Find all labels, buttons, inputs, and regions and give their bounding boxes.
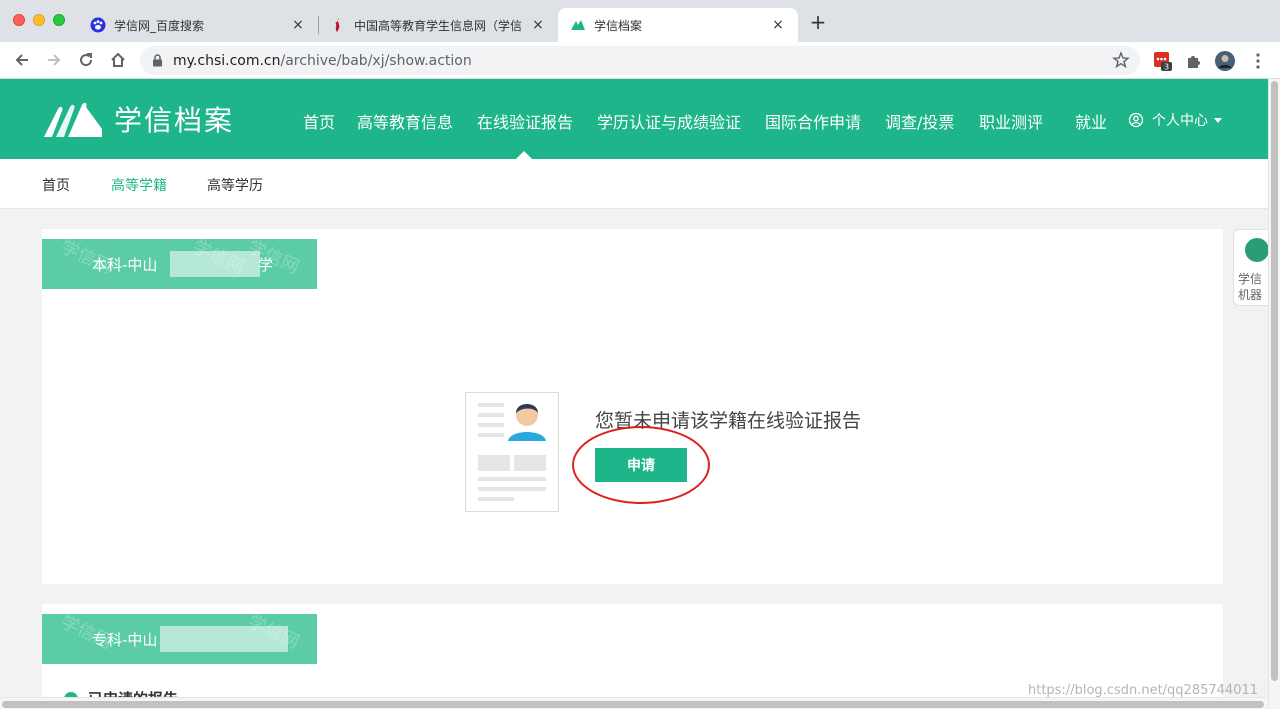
browser-toolbar: my.chsi.com.cn/archive/bab/xj/show.actio…	[0, 42, 1280, 79]
nav-higher-education-info[interactable]: 高等教育信息	[357, 109, 453, 133]
tab-title: 学信档案	[594, 18, 643, 33]
home-icon[interactable]	[108, 50, 128, 70]
subnav-home[interactable]: 首页	[42, 175, 70, 195]
widget-line-2: 机器	[1238, 288, 1263, 302]
nav-home[interactable]: 首页	[303, 109, 335, 133]
chevron-down-icon	[1214, 117, 1222, 123]
subnav-higher-degree[interactable]: 高等学历	[207, 175, 263, 195]
document-avatar-illustration	[465, 392, 559, 512]
bookmark-star-icon[interactable]	[1112, 51, 1130, 73]
browser-menu-icon[interactable]	[1247, 50, 1269, 72]
redacted-block	[160, 626, 288, 652]
robot-assistant-widget[interactable]: 学信 机器	[1233, 229, 1268, 306]
horizontal-scrollbar[interactable]	[0, 697, 1268, 709]
new-tab-button[interactable]: +	[808, 12, 828, 33]
active-nav-indicator	[516, 151, 532, 159]
blog-watermark: https://blog.csdn.net/qq285744011	[1028, 683, 1259, 698]
annotation-red-circle	[572, 426, 710, 504]
url-path: /archive/bab/xj/show.action	[280, 52, 472, 69]
user-menu[interactable]: 个人中心	[1128, 110, 1222, 130]
site-logo[interactable]: 学信档案	[42, 99, 234, 139]
browser-tab-baidu[interactable]: 学信网_百度搜索 ×	[78, 8, 318, 42]
nav-degree-certification[interactable]: 学历认证与成绩验证	[597, 109, 741, 133]
xuexin-logo-icon	[570, 17, 586, 33]
url-host: my.chsi.com.cn	[173, 52, 281, 69]
chsi-flame-icon	[330, 17, 346, 33]
site-header: 学信档案 首页 高等教育信息 在线验证报告 学历认证与成绩验证 国际合作申请 调…	[0, 79, 1268, 159]
tab-close-icon[interactable]: ×	[770, 17, 786, 33]
vertical-scrollbar[interactable]	[1268, 79, 1280, 709]
redacted-block	[170, 251, 260, 277]
window-minimize-button[interactable]	[33, 14, 45, 26]
browser-tab-xuexin-archive[interactable]: 学信档案 ×	[558, 8, 798, 42]
browser-tab-chsi[interactable]: 中国高等教育学生信息网（学信 ×	[318, 8, 558, 42]
reload-icon[interactable]	[76, 50, 96, 70]
vertical-scroll-thumb[interactable]	[1271, 81, 1278, 681]
tab-title: 中国高等教育学生信息网（学信	[354, 18, 523, 33]
back-icon[interactable]	[12, 50, 32, 70]
baidu-paw-icon	[90, 17, 106, 33]
window-close-button[interactable]	[13, 14, 25, 26]
subnav-higher-enrollment[interactable]: 高等学籍	[111, 175, 167, 195]
tab-close-icon[interactable]: ×	[290, 17, 306, 33]
enrollment-label-text: 本科-中山	[92, 256, 158, 274]
window-zoom-button[interactable]	[53, 14, 65, 26]
enrollment-card-undergraduate: 学信网 学信网 学信网 本科-中山 学 您暂未申请该学籍在线验证报告 申请	[42, 229, 1223, 584]
horizontal-scroll-thumb[interactable]	[2, 701, 1264, 708]
forward-icon[interactable]	[44, 50, 64, 70]
applied-reports-title: 已申请的报告	[88, 688, 178, 697]
nav-employment[interactable]: 就业	[1075, 109, 1107, 133]
extension-red-icon[interactable]: 3	[1151, 50, 1173, 72]
applied-reports-heading: 已申请的报告	[64, 688, 178, 697]
enrollment-label-tail: 学	[258, 256, 274, 274]
tab-close-icon[interactable]: ×	[530, 17, 546, 33]
browser-tab-bar: 学信网_百度搜索 × 中国高等教育学生信息网（学信 × 学信档案 × +	[0, 0, 1280, 42]
sub-nav: 首页 高等学籍 高等学历	[0, 159, 1268, 209]
user-menu-label: 个人中心	[1152, 113, 1208, 129]
nav-survey-vote[interactable]: 调查/投票	[885, 109, 954, 133]
nav-international-cooperation[interactable]: 国际合作申请	[765, 109, 861, 133]
enrollment-label: 学信网 学信网 专科-中山	[42, 614, 317, 664]
nav-online-verification-report[interactable]: 在线验证报告	[477, 109, 573, 133]
nav-career-assessment[interactable]: 职业测评	[979, 109, 1043, 133]
enrollment-label: 学信网 学信网 学信网 本科-中山 学	[42, 239, 317, 289]
extensions-puzzle-icon[interactable]	[1183, 50, 1205, 72]
robot-avatar-icon	[1245, 238, 1268, 262]
extension-badge: 3	[1164, 63, 1169, 72]
user-icon	[1128, 112, 1144, 128]
enrollment-label-text: 专科-中山	[92, 631, 158, 649]
lock-icon	[152, 54, 163, 67]
address-bar[interactable]: my.chsi.com.cn/archive/bab/xj/show.actio…	[140, 46, 1140, 75]
tab-title: 学信网_百度搜索	[114, 18, 205, 33]
profile-avatar[interactable]	[1214, 50, 1236, 72]
xuexin-logo-icon	[44, 102, 102, 137]
widget-line-1: 学信	[1238, 272, 1263, 286]
logo-text: 学信档案	[114, 104, 235, 137]
